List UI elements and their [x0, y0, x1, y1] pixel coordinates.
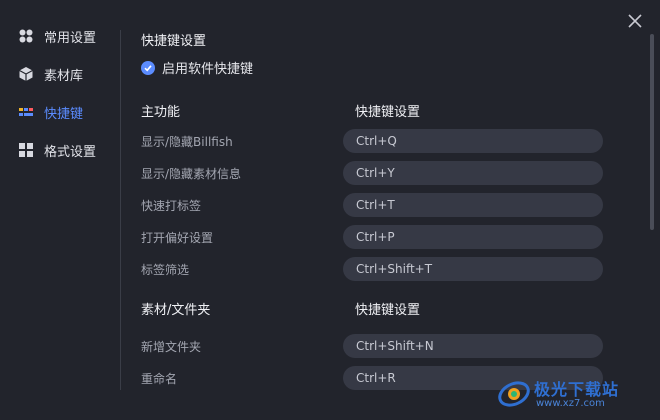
sidebar-item-general[interactable]: 常用设置	[0, 20, 120, 52]
group-title: 素材/文件夹	[141, 303, 211, 318]
shortcut-row: 标签筛选 Ctrl+Shift+T	[141, 257, 611, 281]
shortcut-input[interactable]: Ctrl+Y	[343, 161, 603, 185]
shortcut-row: 打开偏好设置 Ctrl+P	[141, 225, 611, 249]
shortcut-label: 标签筛选	[141, 263, 190, 277]
page-title: 快捷键设置	[141, 34, 207, 49]
cube-icon	[18, 66, 34, 82]
shortcut-label: 显示/隐藏素材信息	[141, 167, 242, 181]
sidebar-item-shortcuts[interactable]: 快捷键	[0, 96, 120, 128]
enable-shortcuts-toggle[interactable]: 启用软件快捷键	[141, 58, 253, 77]
sidebar-item-format[interactable]: 格式设置	[0, 134, 120, 166]
watermark-logo-icon	[498, 381, 530, 407]
sidebar-divider	[120, 30, 121, 390]
sidebar-item-label: 素材库	[44, 68, 84, 84]
group-title: 主功能	[141, 105, 181, 120]
shortcut-row: 显示/隐藏Billfish Ctrl+Q	[141, 129, 611, 153]
shortcut-label: 新增文件夹	[141, 340, 202, 354]
group-header-main: 主功能 快捷键设置	[141, 101, 420, 120]
shortcut-label: 快速打标签	[141, 199, 202, 213]
check-icon[interactable]	[141, 60, 155, 75]
keyboard-icon	[18, 104, 34, 120]
shortcut-row: 显示/隐藏素材信息 Ctrl+Y	[141, 161, 611, 185]
shortcut-input[interactable]: Ctrl+Shift+N	[343, 334, 603, 358]
settings-window: 常用设置 素材库 快捷键 格式设置 快捷键设置 启用软件快捷键 主功能 快捷键设…	[0, 0, 660, 420]
grid-icon	[18, 142, 34, 158]
shortcut-label: 显示/隐藏Billfish	[141, 135, 233, 149]
sidebar-item-label: 快捷键	[44, 106, 84, 122]
sidebar-item-label: 格式设置	[44, 144, 97, 160]
shortcut-row: 新增文件夹 Ctrl+Shift+N	[141, 334, 611, 358]
sidebar-item-library[interactable]: 素材库	[0, 58, 120, 90]
shortcut-input[interactable]: Ctrl+Q	[343, 129, 603, 153]
shortcut-label: 打开偏好设置	[141, 231, 214, 245]
group-column-title: 快捷键设置	[355, 105, 421, 120]
enable-shortcuts-label: 启用软件快捷键	[162, 62, 254, 77]
shortcut-row: 快速打标签 Ctrl+T	[141, 193, 611, 217]
watermark-text: 极光下载站	[534, 380, 620, 399]
shortcut-settings-panel: 快捷键设置 启用软件快捷键 主功能 快捷键设置 显示/隐藏Billfish Ct…	[141, 0, 660, 420]
scrollbar[interactable]	[650, 34, 654, 230]
shortcut-label: 重命名	[141, 372, 178, 386]
sidebar: 常用设置 素材库 快捷键 格式设置	[0, 20, 120, 172]
group-header-assets: 素材/文件夹 快捷键设置	[141, 299, 420, 318]
group-column-title: 快捷键设置	[355, 303, 421, 318]
shortcut-input[interactable]: Ctrl+Shift+T	[343, 257, 603, 281]
sidebar-item-label: 常用设置	[44, 30, 97, 46]
apps-icon	[18, 28, 34, 44]
shortcut-input[interactable]: Ctrl+P	[343, 225, 603, 249]
shortcut-input[interactable]: Ctrl+T	[343, 193, 603, 217]
watermark: 极光下载站 www.xz7.com	[496, 372, 646, 416]
watermark-url: www.xz7.com	[536, 398, 605, 409]
